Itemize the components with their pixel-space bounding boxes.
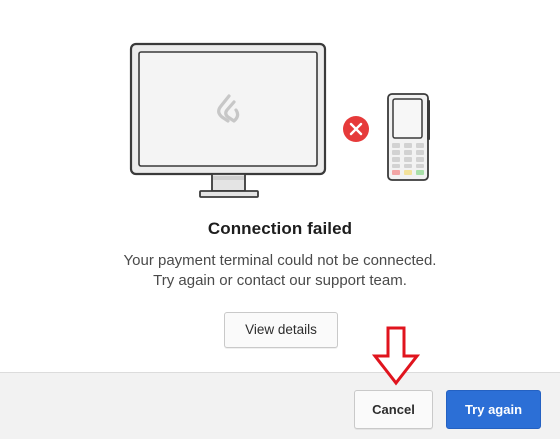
dialog-title: Connection failed	[207, 219, 353, 238]
message-line-1: Your payment terminal could not be conne…	[123, 252, 437, 269]
try-again-button[interactable]: Try again	[446, 390, 541, 429]
connection-illustration	[129, 42, 430, 198]
down-arrow-annotation-icon	[372, 326, 420, 386]
payment-terminal-icon	[387, 93, 430, 181]
view-details-button[interactable]: View details	[224, 312, 338, 348]
connection-failed-dialog: Connection failed Your payment terminal …	[0, 0, 560, 439]
dialog-message: Your payment terminal could not be conne…	[0, 251, 560, 291]
message-line-2: Try again or contact our support team.	[153, 272, 407, 289]
cancel-button[interactable]: Cancel	[354, 390, 433, 429]
error-x-icon	[343, 116, 369, 142]
